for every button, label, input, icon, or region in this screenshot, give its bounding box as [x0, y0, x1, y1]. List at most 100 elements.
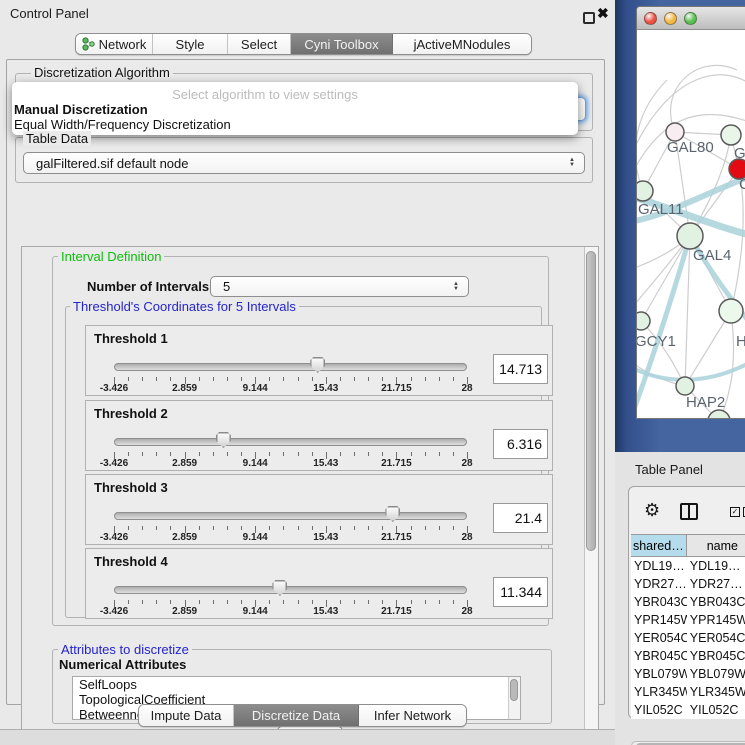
table-row[interactable]: YIL052CYIL052C [631, 701, 745, 719]
scale-label: 9.144 [243, 458, 268, 469]
column-header[interactable]: name [687, 535, 745, 556]
interval-definition-title: Interval Definition [58, 249, 164, 264]
numerical-attributes-label: Numerical Attributes [59, 657, 186, 672]
threshold-value-field[interactable]: 11.344 [493, 577, 548, 607]
network-node[interactable] [708, 410, 730, 419]
threshold-value-field[interactable]: 21.4 [493, 503, 548, 533]
desktop-background: GAL80GACGAL11GAL4GCY1HHAP2 [615, 0, 745, 452]
gear-icon[interactable]: ⚙ [644, 501, 660, 519]
tab-discretize-data[interactable]: Discretize Data [234, 705, 359, 726]
dropdown-item[interactable]: Equal Width/Frequency Discretization [14, 117, 231, 132]
tick-mark [213, 377, 214, 381]
node-label: GAL11 [638, 201, 684, 218]
tick-mark [354, 377, 355, 381]
tick-mark [142, 526, 143, 530]
tick-mark [227, 452, 228, 456]
num-intervals-combobox[interactable]: 5 ▲▼ [210, 276, 469, 297]
table-row[interactable]: YBL079WYBL079W [631, 665, 745, 683]
scale-label: 9.144 [243, 532, 268, 543]
close-icon[interactable]: ✖ [597, 5, 609, 22]
scale-label: 21.715 [381, 532, 412, 543]
network-node[interactable] [719, 299, 743, 323]
tick-mark [411, 377, 412, 381]
scrollbar-thumb[interactable] [586, 251, 596, 551]
tab-style[interactable]: Style [153, 34, 228, 54]
threshold-label: Threshold 4 [94, 554, 168, 569]
tick-mark [298, 526, 299, 530]
network-node[interactable] [637, 312, 650, 330]
tick-mark [156, 452, 157, 456]
table-panel-title: Table Panel [635, 462, 703, 477]
split-column-icon[interactable] [680, 503, 698, 520]
network-node[interactable] [677, 223, 703, 249]
scale-label: 15.43 [313, 458, 338, 469]
table-row[interactable]: YER054CYER054C [631, 629, 745, 647]
dropdown-item[interactable]: Manual Discretization [14, 102, 148, 117]
tab-impute-data[interactable]: Impute Data [139, 705, 234, 726]
tick-mark [213, 526, 214, 530]
screen: Control Panel ✖ NetworkStyleSelectCyni T… [0, 0, 745, 745]
table-cell: YLR345W [631, 683, 687, 701]
tick-mark [453, 600, 454, 604]
vertical-scrollbar[interactable] [584, 247, 598, 745]
slider-track[interactable] [114, 586, 467, 594]
tick-mark [170, 452, 171, 456]
tick-mark [283, 452, 284, 456]
node-label: HAP2 [686, 394, 725, 411]
table-data-combobox[interactable]: galFiltered.sif default node ▲▼ [23, 152, 585, 174]
scale-label: 15.43 [313, 532, 338, 543]
scale-label: 28 [461, 532, 472, 543]
table-cell: YDR27… [631, 575, 687, 593]
network-node[interactable] [721, 125, 741, 145]
threshold-value-field[interactable]: 14.713 [493, 354, 548, 384]
scrollbar-thumb[interactable] [510, 679, 518, 701]
slider-track[interactable] [114, 438, 467, 446]
slider-track[interactable] [114, 363, 467, 371]
tick-mark [354, 526, 355, 530]
table-row[interactable]: YLR345WYLR345W [631, 683, 745, 701]
scale-label: -3.426 [100, 383, 128, 394]
table-cell: YBL079W [687, 665, 745, 683]
table-data-group-title: Table Data [23, 131, 91, 146]
slider-track[interactable] [114, 512, 467, 520]
float-window-icon[interactable] [583, 12, 595, 24]
table-row[interactable]: YDR27…YDR27… [631, 575, 745, 593]
scale-label: -3.426 [100, 606, 128, 617]
tab-select[interactable]: Select [228, 34, 291, 54]
zoom-light[interactable] [684, 12, 697, 25]
table-row[interactable]: YBR045CYBR045C [631, 647, 745, 665]
tab-label: Impute Data [151, 708, 222, 723]
column-header[interactable]: shared… [631, 535, 687, 556]
horizontal-scrollbar[interactable] [631, 741, 745, 745]
close-light[interactable] [644, 12, 657, 25]
table-panel-inner: ⚙ ✓ ✓ shared…nameYDL19…YDL19…YDR27…YDR27… [628, 486, 745, 719]
tick-mark [283, 377, 284, 381]
tab-network[interactable]: Network [76, 34, 153, 54]
minimize-light[interactable] [664, 12, 677, 25]
checkbox-icon[interactable]: ✓ [730, 507, 740, 517]
network-window-titlebar[interactable] [637, 7, 745, 30]
threshold-row: Threshold 2-3.4262.8599.14415.4321.71528… [85, 400, 553, 471]
tick-mark [227, 600, 228, 604]
tick-mark [453, 377, 454, 381]
table-row[interactable]: YBR043CYBR043C [631, 593, 745, 611]
table-row[interactable]: YDL19…YDL19… [631, 557, 745, 575]
tick-mark [213, 452, 214, 456]
attribute-list-item[interactable]: SelfLoops [73, 677, 520, 692]
network-node[interactable] [676, 377, 694, 395]
table-row[interactable]: YPR145WYPR145W [631, 611, 745, 629]
threshold-value-field[interactable]: 6.316 [493, 429, 548, 459]
network-node[interactable] [637, 181, 653, 201]
table-cell: YBR043C [687, 593, 745, 611]
tab-cyni-toolbox[interactable]: Cyni Toolbox [291, 34, 393, 54]
scale-label: 15.43 [313, 606, 338, 617]
tick-mark [453, 452, 454, 456]
num-intervals-label: Number of Intervals [87, 279, 209, 294]
table-cell: YIL052C [687, 701, 745, 719]
tab-jactivemnodules[interactable]: jActiveMNodules [393, 34, 531, 54]
tab-infer-network[interactable]: Infer Network [359, 705, 466, 726]
table-cell: YLR345W [687, 683, 745, 701]
scale-label: 2.859 [172, 532, 197, 543]
network-canvas[interactable]: GAL80GACGAL11GAL4GCY1HHAP2 [637, 30, 745, 419]
list-scrollbar[interactable] [508, 677, 520, 719]
